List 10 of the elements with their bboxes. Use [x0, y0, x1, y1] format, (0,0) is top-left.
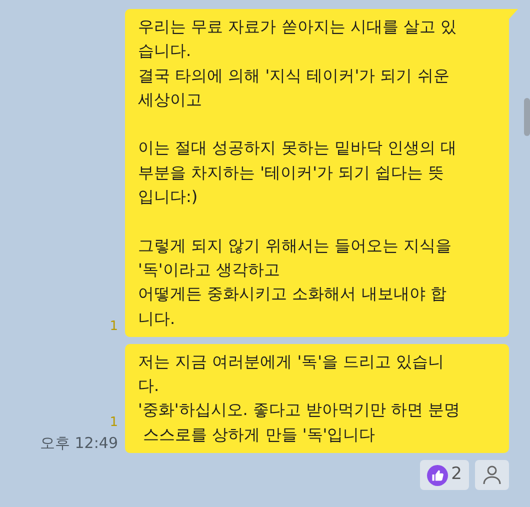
profile-button[interactable]: [475, 460, 509, 490]
unread-count: 1: [110, 318, 118, 336]
thumbs-up-icon: [427, 464, 448, 486]
like-reaction-button[interactable]: 2: [420, 460, 469, 490]
message-bubble: 우리는 무료 자료가 쏟아지는 시대를 살고 있 습니다. 결국 타의에 의해 '지식 테이커'가 되기 쉬운 세상이고 이는 절대 성공하지 못하는 밑바닥 인생의 대 부분을 차지하는 '테이커'가 되기 쉽다는 뜻 입니다:) 그렇게 되지 않기 위해서는 들어오는 지식을 '독'이라고 생각하고 어떻게든 중화시키고 소화해서 내보내야 합 니다.: [125, 9, 509, 337]
scrollbar[interactable]: [524, 98, 530, 136]
message-bubble: 저는 지금 여러분에게 '독'을 드리고 있습니 다. '중화'하십시오. 좋다고 받아먹기만 하면 분명 스스로를 상하게 만들 '독'입니다: [125, 344, 509, 454]
unread-count: 1: [110, 414, 118, 432]
message-time: 오후 12:49: [40, 433, 118, 454]
person-icon: [482, 464, 502, 486]
